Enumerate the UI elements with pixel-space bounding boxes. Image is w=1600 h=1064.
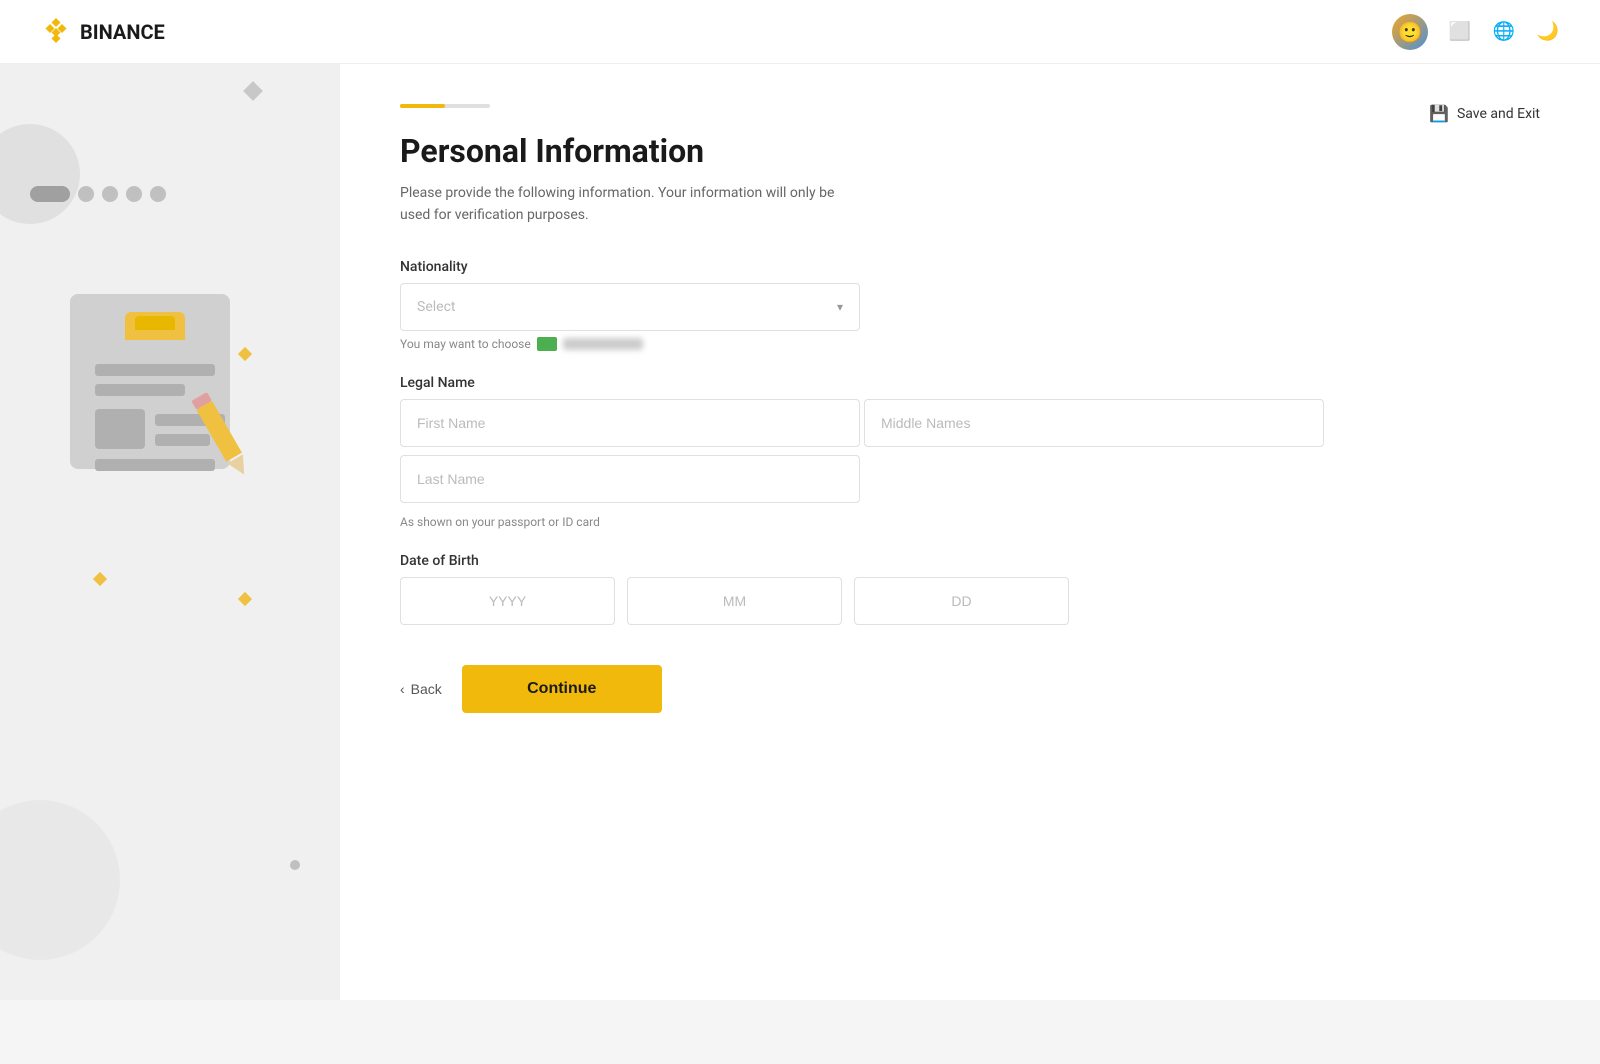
avatar[interactable]: 🙂	[1392, 14, 1428, 50]
clipboard-box	[95, 409, 145, 449]
dob-section: Date of Birth	[400, 553, 1540, 625]
dob-day-input[interactable]	[854, 577, 1069, 625]
sidebar-progress-dots	[30, 186, 166, 202]
middle-name-input[interactable]	[864, 399, 1324, 447]
hint-prefix: You may want to choose	[400, 337, 531, 351]
flag-icon	[537, 337, 557, 351]
name-helper-text: As shown on your passport or ID card	[400, 515, 1540, 529]
header-right: 🙂 ⬜ 🌐 🌙	[1392, 14, 1560, 50]
dob-label: Date of Birth	[400, 553, 1540, 569]
save-exit-button[interactable]: 💾 Save and Exit	[1429, 104, 1540, 123]
legal-name-label: Legal Name	[400, 375, 1540, 391]
last-name-input[interactable]	[400, 455, 860, 503]
logo-text: BINANCE	[80, 20, 165, 44]
dob-month-input[interactable]	[627, 577, 842, 625]
clipboard-line-4	[155, 434, 210, 446]
dob-year-input[interactable]	[400, 577, 615, 625]
tablet-icon[interactable]: ⬜	[1448, 20, 1472, 44]
clipboard-illustration	[60, 264, 260, 464]
continue-label: Continue	[527, 680, 596, 698]
progress-bar-container	[400, 104, 490, 108]
sidebar-decoration-circle-top	[0, 124, 80, 224]
nationality-select[interactable]: Select ▾	[400, 283, 860, 331]
legal-name-section: Legal Name As shown on your passport or …	[400, 375, 1540, 529]
nationality-hint: You may want to choose	[400, 337, 1540, 351]
progress-dot-2	[78, 186, 94, 202]
sidebar-decoration-circle-bottom	[0, 800, 120, 960]
sidebar-decoration-dot-bottom	[290, 860, 300, 870]
back-arrow-icon: ‹	[400, 681, 405, 697]
illustration	[60, 264, 260, 464]
suggested-country-blurred	[563, 338, 643, 350]
binance-logo-icon	[40, 16, 72, 48]
nationality-select-display[interactable]: Select ▾	[400, 283, 860, 331]
sidebar-decoration-diamond-bot	[238, 592, 252, 606]
progress-bar-fill	[400, 104, 445, 108]
clipboard-line-5	[95, 459, 215, 471]
form-description: Please provide the following information…	[400, 182, 860, 227]
sidebar-decoration-diamond-bot2	[93, 572, 107, 586]
clipboard-board	[70, 294, 230, 469]
page-layout: 💾 Save and Exit Personal Information Ple…	[0, 64, 1600, 1000]
progress-dot-1	[30, 186, 70, 202]
sidebar-decoration-diamond-top	[243, 81, 263, 101]
nationality-section: Nationality Select ▾ You may want to cho…	[400, 259, 1540, 351]
chevron-down-icon: ▾	[837, 300, 843, 314]
dob-fields	[400, 577, 860, 625]
header: BINANCE 🙂 ⬜ 🌐 🌙	[0, 0, 1600, 64]
clipboard-clip-inner	[135, 316, 175, 330]
logo: BINANCE	[40, 16, 165, 48]
back-button[interactable]: ‹ Back	[400, 681, 442, 697]
back-label: Back	[411, 681, 442, 697]
clipboard-line-1	[95, 364, 215, 376]
sidebar	[0, 64, 340, 1000]
page-title: Personal Information	[400, 132, 1540, 170]
save-exit-label: Save and Exit	[1457, 106, 1540, 122]
clipboard-line-2	[95, 384, 185, 396]
nationality-label: Nationality	[400, 259, 1540, 275]
progress-dot-3	[102, 186, 118, 202]
first-name-input[interactable]	[400, 399, 860, 447]
nationality-select-value: Select	[417, 299, 455, 315]
progress-dot-5	[150, 186, 166, 202]
save-icon: 💾	[1429, 104, 1449, 123]
moon-icon[interactable]: 🌙	[1536, 20, 1560, 44]
globe-icon[interactable]: 🌐	[1492, 20, 1516, 44]
continue-button[interactable]: Continue	[462, 665, 662, 713]
buttons-row: ‹ Back Continue	[400, 665, 1540, 713]
progress-dot-4	[126, 186, 142, 202]
main-content: 💾 Save and Exit Personal Information Ple…	[340, 64, 1600, 1000]
